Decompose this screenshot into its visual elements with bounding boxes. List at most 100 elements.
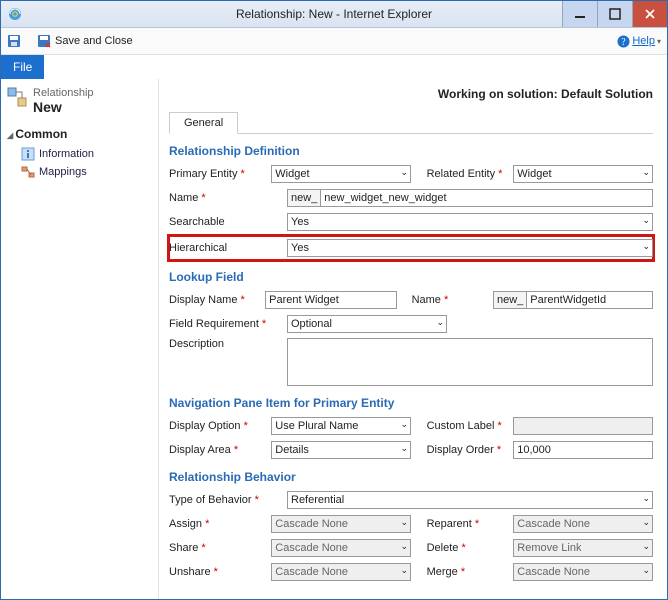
label-field-requirement: Field Requirement <box>169 318 287 330</box>
command-bar: Save and Close ? Help ▾ <box>1 28 667 55</box>
entity-header: Relationship New <box>7 87 152 115</box>
title-bar: Relationship: New - Internet Explorer <box>1 1 667 28</box>
input-custom-label <box>513 417 653 435</box>
form-pane: Working on solution: Default Solution Ge… <box>159 79 667 599</box>
section-nav-pane-item: Navigation Pane Item for Primary Entity <box>169 396 653 410</box>
chevron-down-icon: ⌄ <box>642 517 650 528</box>
label-display-option: Display Option <box>169 420 271 432</box>
label-delete: Delete <box>427 542 514 554</box>
chevron-down-icon: ⌄ <box>642 541 650 552</box>
input-value: new_widget_new_widget <box>324 192 446 204</box>
label-merge: Merge <box>427 566 514 578</box>
help-label: Help <box>632 35 655 47</box>
select-merge: Cascade None ⌄ <box>513 563 653 581</box>
save-close-label[interactable]: Save and Close <box>55 35 133 47</box>
select-value: Cascade None <box>517 566 590 578</box>
input-value: Parent Widget <box>269 294 339 306</box>
chevron-down-icon: ⌄ <box>436 317 444 328</box>
select-assign: Cascade None⌄ <box>271 515 411 533</box>
tab-general[interactable]: General <box>169 112 238 134</box>
lookup-name-prefix: new_ <box>493 291 526 309</box>
label-primary-entity: Primary Entity <box>169 168 271 180</box>
chevron-down-icon: ⌄ <box>400 541 408 552</box>
section-relationship-behavior: Relationship Behavior <box>169 470 653 484</box>
select-display-area[interactable]: Details ⌄ <box>271 441 411 459</box>
select-type-of-behavior[interactable]: Referential ⌄ <box>287 491 653 509</box>
nav-item-label: Information <box>39 148 94 160</box>
input-name[interactable]: new_widget_new_widget <box>320 189 653 207</box>
select-value: Cascade None <box>275 542 348 554</box>
chevron-down-icon: ⌄ <box>400 443 408 454</box>
name-prefix: new_ <box>287 189 320 207</box>
left-nav: Relationship New Common Information Mapp… <box>1 79 159 599</box>
select-value: Details <box>275 444 309 456</box>
select-delete: Remove Link⌄ <box>513 539 653 557</box>
nav-group-common[interactable]: Common <box>7 127 152 141</box>
nav-item-mappings[interactable]: Mappings <box>7 163 152 181</box>
select-unshare: Cascade None ⌄ <box>271 563 411 581</box>
chevron-down-icon: ⌄ <box>642 167 650 178</box>
label-custom-label: Custom Label <box>427 420 514 432</box>
label-searchable: Searchable <box>169 216 287 228</box>
label-display-name: Display Name <box>169 294 265 306</box>
select-display-option[interactable]: Use Plural Name⌄ <box>271 417 411 435</box>
select-value: Referential <box>291 494 344 506</box>
section-relationship-definition: Relationship Definition <box>169 144 653 158</box>
window-controls <box>562 1 667 27</box>
select-value: Use Plural Name <box>275 420 358 432</box>
input-display-order[interactable]: 10,000 <box>513 441 653 459</box>
select-hierarchical[interactable]: Yes ⌄ <box>287 239 653 257</box>
section-lookup-field: Lookup Field <box>169 270 653 284</box>
content-area: Relationship New Common Information Mapp… <box>1 79 667 599</box>
select-searchable[interactable]: Yes ⌄ <box>287 213 653 231</box>
label-assign: Assign <box>169 518 271 530</box>
input-display-name[interactable]: Parent Widget <box>265 291 397 309</box>
info-icon <box>21 147 35 161</box>
label-display-order: Display Order <box>427 444 514 456</box>
select-primary-entity[interactable]: Widget ⌄ <box>271 165 411 183</box>
label-lookup-name: Name <box>412 294 493 306</box>
input-value: ParentWidgetId <box>530 294 606 306</box>
nav-item-information[interactable]: Information <box>7 145 152 163</box>
chevron-down-icon: ⌄ <box>642 493 650 504</box>
minimize-button[interactable] <box>562 1 597 27</box>
select-value: Yes <box>291 216 309 228</box>
label-related-entity: Related Entity <box>427 168 514 180</box>
close-button[interactable] <box>632 1 667 27</box>
save-close-icon[interactable] <box>37 34 51 48</box>
label-type-of-behavior: Type of Behavior <box>169 494 287 506</box>
app-window: Relationship: New - Internet Explorer Sa… <box>0 0 668 600</box>
help-icon: ? <box>617 35 630 48</box>
select-value: Cascade None <box>275 566 348 578</box>
select-share: Cascade None ⌄ <box>271 539 411 557</box>
select-related-entity[interactable]: Widget⌄ <box>513 165 653 183</box>
ribbon-strip: File <box>1 55 667 79</box>
label-unshare: Unshare <box>169 566 271 578</box>
maximize-button[interactable] <box>597 1 632 27</box>
chevron-down-icon: ⌄ <box>400 167 408 178</box>
chevron-down-icon: ⌄ <box>642 565 650 576</box>
ie-icon <box>7 6 23 22</box>
input-lookup-name[interactable]: ParentWidgetId <box>526 291 653 309</box>
help-menu[interactable]: ? Help ▾ <box>617 35 661 48</box>
select-value: Yes <box>291 242 309 254</box>
tab-strip: General <box>169 111 653 134</box>
solution-context-label: Working on solution: Default Solution <box>169 87 653 101</box>
label-description: Description <box>169 338 287 350</box>
label-name: Name <box>169 192 287 204</box>
svg-text:?: ? <box>622 37 627 48</box>
chevron-down-icon: ⌄ <box>642 215 650 226</box>
input-value: 10,000 <box>517 444 551 456</box>
entity-name: New <box>33 99 94 115</box>
save-icon[interactable] <box>7 34 21 48</box>
chevron-down-icon: ⌄ <box>400 517 408 528</box>
textarea-description[interactable] <box>287 338 653 386</box>
select-value: Widget <box>275 168 309 180</box>
mappings-icon <box>21 165 35 179</box>
nav-item-label: Mappings <box>39 166 87 178</box>
select-field-requirement[interactable]: Optional⌄ <box>287 315 447 333</box>
chevron-down-icon: ⌄ <box>400 565 408 576</box>
chevron-down-icon: ⌄ <box>642 241 650 252</box>
file-menu-button[interactable]: File <box>1 55 44 79</box>
select-reparent: Cascade None⌄ <box>513 515 653 533</box>
